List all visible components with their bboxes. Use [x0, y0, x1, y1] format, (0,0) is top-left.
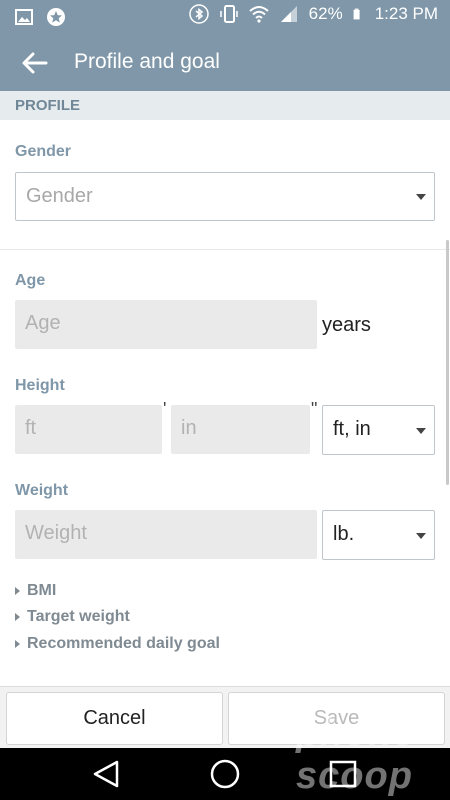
ft-placeholder: ft [25, 417, 37, 439]
gender-label: Gender [15, 143, 72, 160]
weight-unit-value: lb. [333, 523, 355, 545]
caret-down-icon [416, 194, 426, 200]
height-ft-input[interactable]: ft [15, 405, 162, 454]
inch-mark: " [311, 399, 318, 419]
expand-arrow-icon [15, 587, 20, 595]
age-input[interactable]: Age [15, 300, 317, 349]
gender-dropdown[interactable]: Gender [15, 172, 435, 221]
height-label: Height [15, 377, 65, 394]
recents-square-icon[interactable] [327, 758, 359, 790]
gender-placeholder: Gender [26, 185, 93, 207]
home-circle-icon[interactable] [209, 758, 241, 790]
in-placeholder: in [181, 417, 197, 439]
age-label: Age [15, 272, 46, 289]
arrow-left-icon[interactable] [20, 48, 50, 78]
status-bar: 62% 1:23 PM [0, 0, 450, 34]
divider [0, 249, 450, 250]
weight-input[interactable]: Weight [15, 510, 317, 559]
scrollbar[interactable] [446, 240, 449, 485]
page-title: Profile and goal [74, 50, 220, 73]
expander-label: Target weight [27, 608, 130, 625]
back-triangle-icon[interactable] [90, 758, 122, 790]
expander-label: Recommended daily goal [27, 635, 220, 652]
expander-bmi[interactable]: BMI [15, 582, 56, 600]
expander-recommended-daily-goal[interactable]: Recommended daily goal [15, 635, 220, 653]
save-button[interactable]: Save [228, 692, 445, 745]
age-unit: years [322, 314, 371, 336]
vibrate-icon [219, 5, 238, 23]
expand-arrow-icon [15, 640, 20, 648]
weight-unit-dropdown[interactable]: lb. [322, 510, 435, 560]
bottom-button-bar: Cancel Save [0, 686, 450, 749]
feet-mark: ' [163, 399, 167, 419]
caret-down-icon [416, 428, 426, 434]
profile-section-header: PROFILE [0, 91, 450, 120]
clock: 1:23 PM [374, 4, 438, 23]
cancel-button[interactable]: Cancel [6, 692, 223, 745]
height-in-input[interactable]: in [171, 405, 310, 454]
age-placeholder: Age [25, 312, 61, 334]
image-icon [15, 9, 33, 25]
weight-label: Weight [15, 482, 69, 499]
expand-arrow-icon [15, 613, 20, 621]
signal-icon [280, 6, 297, 22]
expander-target-weight[interactable]: Target weight [15, 608, 130, 626]
weight-placeholder: Weight [25, 522, 87, 544]
height-unit-value: ft, in [333, 418, 371, 440]
wifi-icon [248, 6, 269, 23]
star-badge-icon [47, 8, 65, 26]
navigation-bar [0, 748, 450, 800]
bluetooth-icon [188, 4, 209, 24]
expander-label: BMI [27, 582, 57, 599]
section-title: PROFILE [15, 97, 81, 114]
app-bar: Profile and goal [0, 34, 450, 91]
height-unit-dropdown[interactable]: ft, in [322, 405, 435, 455]
battery-percent: 62% [308, 4, 343, 23]
battery-icon [353, 8, 360, 20]
caret-down-icon [416, 533, 426, 539]
